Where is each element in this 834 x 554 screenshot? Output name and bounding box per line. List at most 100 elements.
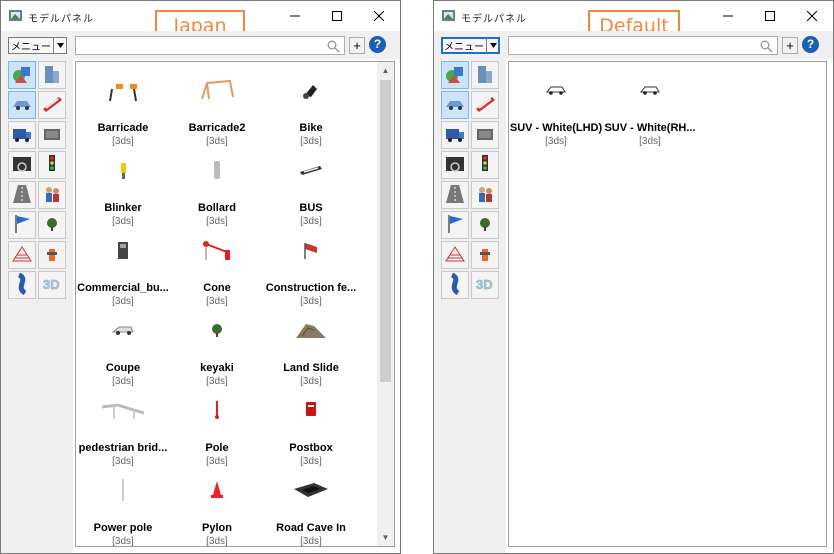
category-button-train[interactable]: [38, 91, 66, 119]
model-item[interactable]: Road Cave In [3ds]: [264, 470, 358, 546]
search-input[interactable]: [508, 36, 778, 55]
container-icon: [474, 123, 496, 148]
model-type: [3ds]: [112, 536, 134, 547]
model-type: [3ds]: [206, 456, 228, 467]
search-input[interactable]: [75, 36, 345, 55]
category-button-shapes[interactable]: [441, 61, 469, 89]
model-name: Coupe: [105, 362, 141, 374]
category-button-hydrant[interactable]: [38, 241, 66, 269]
model-item[interactable]: Barricade2 [3ds]: [170, 70, 264, 147]
category-button-grid-terrain[interactable]: [441, 241, 469, 269]
category-button-car[interactable]: [441, 91, 469, 119]
model-type: [3ds]: [545, 136, 567, 147]
scroll-up-icon[interactable]: ▲: [377, 62, 394, 79]
traffic-light-icon: [41, 153, 63, 178]
model-item[interactable]: Barricade [3ds]: [76, 70, 170, 147]
category-button-car[interactable]: [8, 91, 36, 119]
landslide-icon: [264, 310, 358, 350]
shapes-icon: [11, 63, 33, 88]
model-item[interactable]: Coupe [3ds]: [76, 310, 170, 387]
scroll-down-icon[interactable]: ▼: [377, 529, 394, 546]
close-button[interactable]: [791, 1, 833, 31]
model-item[interactable]: SUV - White(RH... [3ds]: [603, 70, 697, 147]
model-type: [3ds]: [112, 456, 134, 467]
model-name: Barricade2: [188, 122, 246, 134]
svg-text:3D: 3D: [43, 277, 60, 292]
road-cave-in-icon: [264, 470, 358, 510]
maximize-icon: [332, 11, 342, 21]
maximize-button[interactable]: [316, 1, 358, 31]
model-type: [3ds]: [300, 296, 322, 307]
help-icon[interactable]: ?: [802, 36, 819, 53]
hydrant-icon: [474, 243, 496, 268]
category-button-traffic-light[interactable]: [471, 151, 499, 179]
minimize-icon: [723, 15, 733, 17]
category-button-truck[interactable]: [441, 121, 469, 149]
close-button[interactable]: [358, 1, 400, 31]
category-button-flag[interactable]: [8, 211, 36, 239]
model-item[interactable]: Construction fe... [3ds]: [264, 230, 358, 307]
category-button-people[interactable]: [471, 181, 499, 209]
category-button-hydrant[interactable]: [471, 241, 499, 269]
category-button-3d[interactable]: 3D: [38, 271, 66, 299]
category-button-truck[interactable]: [8, 121, 36, 149]
model-item[interactable]: Blinker [3ds]: [76, 150, 170, 227]
model-name: SUV - White(LHD): [509, 122, 603, 134]
category-button-curve-road[interactable]: [441, 271, 469, 299]
category-button-shapes[interactable]: [8, 61, 36, 89]
model-item[interactable]: Power pole [3ds]: [76, 470, 170, 547]
category-button-road[interactable]: [441, 181, 469, 209]
model-item[interactable]: Commercial_bu... [3ds]: [76, 230, 170, 307]
model-item[interactable]: keyaki [3ds]: [170, 310, 264, 387]
category-button-3d[interactable]: 3D: [471, 271, 499, 299]
category-button-people[interactable]: [38, 181, 66, 209]
grid-terrain-icon: [11, 243, 33, 268]
model-name: Pylon: [202, 522, 232, 534]
help-icon[interactable]: ?: [369, 36, 386, 53]
car-icon: [11, 93, 33, 118]
model-item[interactable]: Land Slide [3ds]: [264, 310, 358, 387]
shapes-icon: [444, 63, 466, 88]
category-button-container[interactable]: [38, 121, 66, 149]
vertical-scrollbar[interactable]: ▲ ▼: [377, 62, 394, 546]
scroll-thumb[interactable]: [380, 80, 391, 382]
category-button-container[interactable]: [471, 121, 499, 149]
category-button-tree[interactable]: [471, 211, 499, 239]
model-type: [3ds]: [639, 136, 661, 147]
category-button-traffic-light[interactable]: [38, 151, 66, 179]
model-item[interactable]: Bike [3ds]: [264, 70, 358, 147]
category-button-train[interactable]: [471, 91, 499, 119]
close-icon: [807, 11, 817, 21]
add-button[interactable]: +: [782, 37, 798, 54]
model-item[interactable]: Pylon [3ds]: [170, 470, 264, 546]
category-button-building[interactable]: [471, 61, 499, 89]
model-item[interactable]: Cone [3ds]: [170, 230, 264, 307]
minimize-button[interactable]: [274, 1, 316, 31]
category-button-curve-road[interactable]: [8, 271, 36, 299]
category-button-flag[interactable]: [441, 211, 469, 239]
model-item[interactable]: BUS [3ds]: [264, 150, 358, 227]
category-button-building[interactable]: [38, 61, 66, 89]
category-button-grid-terrain[interactable]: [8, 241, 36, 269]
menu-dropdown[interactable]: メニュー: [8, 37, 67, 54]
model-item[interactable]: Bollard [3ds]: [170, 150, 264, 227]
category-button-driver-view[interactable]: [8, 151, 36, 179]
close-icon: [374, 11, 384, 21]
model-type: [3ds]: [206, 136, 228, 147]
maximize-button[interactable]: [749, 1, 791, 31]
minimize-button[interactable]: [707, 1, 749, 31]
category-button-tree[interactable]: [38, 211, 66, 239]
category-sidebar: 3D: [1, 59, 73, 553]
model-name: Bollard: [198, 202, 236, 214]
construction-fence-icon: [264, 230, 358, 270]
model-item[interactable]: pedestrian brid... [3ds]: [76, 390, 170, 467]
add-button[interactable]: +: [349, 37, 365, 54]
model-item[interactable]: Pole [3ds]: [170, 390, 264, 467]
model-item[interactable]: SUV - White(LHD) [3ds]: [509, 70, 603, 147]
model-item[interactable]: Postbox [3ds]: [264, 390, 358, 467]
category-button-road[interactable]: [8, 181, 36, 209]
category-button-driver-view[interactable]: [441, 151, 469, 179]
train-icon: [41, 93, 63, 118]
menu-dropdown[interactable]: メニュー: [441, 37, 500, 54]
flag-icon: [11, 213, 33, 238]
